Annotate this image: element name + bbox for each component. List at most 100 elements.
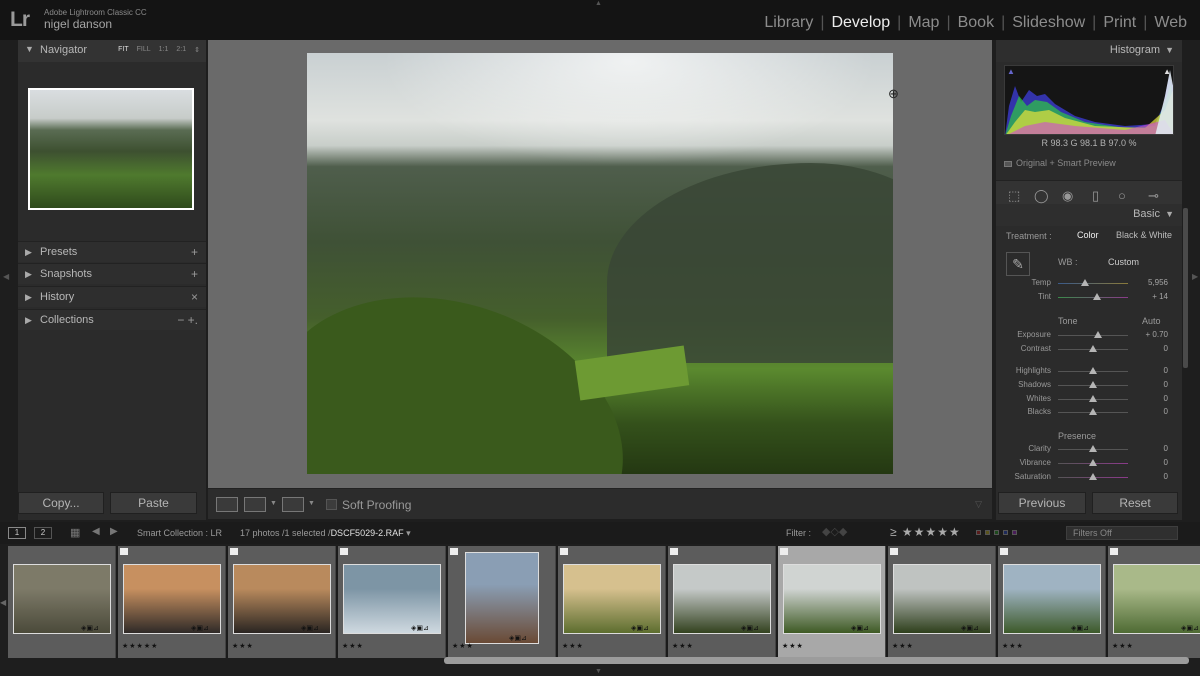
slider-thumb[interactable] xyxy=(1080,279,1089,286)
shadow-clipping-icon[interactable]: ▲ xyxy=(1007,67,1015,76)
rating-filter[interactable]: ≥ ★★★★★ xyxy=(890,525,961,539)
flag-icon[interactable] xyxy=(450,548,458,555)
slider-value[interactable]: + 0.70 xyxy=(1128,330,1168,339)
yellow-label-icon[interactable] xyxy=(985,530,990,535)
previous-button[interactable]: Previous xyxy=(998,492,1086,514)
thumbnail-badges-icon[interactable]: ◈▣⊿ xyxy=(509,634,527,642)
red-label-icon[interactable] xyxy=(976,530,981,535)
graduated-filter-icon[interactable]: ▯ xyxy=(1092,188,1099,204)
purple-label-icon[interactable] xyxy=(1012,530,1017,535)
slider-value[interactable]: 0 xyxy=(1128,472,1168,481)
slider-track[interactable] xyxy=(1058,345,1128,352)
zoom-stepper-icon[interactable]: ⇕ xyxy=(194,46,200,54)
filmstrip-thumbnail[interactable]: ◈▣⊿ ★★★ xyxy=(998,546,1106,658)
red-eye-icon[interactable]: ◉ xyxy=(1062,188,1073,204)
treatment-black-white[interactable]: Black & White xyxy=(1116,230,1172,240)
thumbnail-badges-icon[interactable]: ◈▣⊿ xyxy=(301,624,319,632)
slider-track[interactable] xyxy=(1058,381,1128,388)
flag-icon[interactable] xyxy=(780,548,788,555)
spot-removal-icon[interactable]: ◯ xyxy=(1034,188,1049,204)
treatment-color[interactable]: Color xyxy=(1077,230,1099,240)
crop-tool-icon[interactable]: ⬚ xyxy=(1008,188,1020,204)
filmstrip-thumbnail[interactable]: ◈▣⊿ ★★★ xyxy=(1108,546,1200,658)
histogram-header[interactable]: Histogram ▼ xyxy=(996,40,1182,62)
left-panel-toggle-icon[interactable]: ◀ xyxy=(3,272,9,281)
filter-preset-select[interactable]: Filters Off xyxy=(1066,526,1178,540)
flag-icon[interactable] xyxy=(1000,548,1008,555)
collapse-arrow-icon[interactable]: ▼ xyxy=(25,44,34,54)
white-balance-selector-icon[interactable]: ✎ xyxy=(1006,252,1030,276)
history-section[interactable]: ▶ History × xyxy=(18,286,206,307)
forward-arrow-icon[interactable]: ▶ xyxy=(110,526,118,537)
paste-button[interactable]: Paste xyxy=(110,492,197,514)
slider-thumb[interactable] xyxy=(1089,445,1097,452)
swap-dropdown-icon[interactable]: ▼ xyxy=(308,500,315,507)
thumbnail-badges-icon[interactable]: ◈▣⊿ xyxy=(961,624,979,632)
filmstrip-thumbnail[interactable]: ◈▣⊿ xyxy=(8,546,116,658)
slider-thumb[interactable] xyxy=(1089,345,1097,352)
thumbnail-badges-icon[interactable]: ◈▣⊿ xyxy=(741,624,759,632)
bottom-panel-toggle-icon[interactable]: ▼ xyxy=(595,668,602,675)
clear-history-button[interactable]: × xyxy=(191,290,198,304)
slider-value[interactable]: 0 xyxy=(1128,444,1168,453)
auto-tone-button[interactable]: Auto xyxy=(1142,316,1161,326)
flag-icon[interactable] xyxy=(230,548,238,555)
zoom-fill[interactable]: FILL xyxy=(137,46,151,54)
filmstrip-thumbnail[interactable]: ◈▣⊿ ★★★ xyxy=(558,546,666,658)
slider-thumb[interactable] xyxy=(1089,459,1097,466)
thumbnail-rating[interactable]: ★★★ xyxy=(452,642,474,650)
photo-count-label[interactable]: 17 photos /1 selected /DSCF5029-2.RAF ▾ xyxy=(240,528,411,539)
thumbnail-rating[interactable]: ★★★ xyxy=(232,642,254,650)
smart-preview-status[interactable]: Original + Smart Preview xyxy=(1004,158,1116,168)
blue-label-icon[interactable] xyxy=(1003,530,1008,535)
reset-button[interactable]: Reset xyxy=(1092,492,1178,514)
soft-proofing-checkbox[interactable] xyxy=(326,499,337,510)
slider-value[interactable]: 0 xyxy=(1128,458,1168,467)
collections-actions[interactable]: − +. xyxy=(177,313,198,327)
add-snapshot-button[interactable]: + xyxy=(191,267,198,281)
slider-value[interactable]: + 14 xyxy=(1128,292,1168,301)
before-after-swap-icon[interactable] xyxy=(282,497,304,512)
slider-thumb[interactable] xyxy=(1089,395,1097,402)
slider-track[interactable] xyxy=(1058,445,1128,452)
thumbnail-rating[interactable]: ★★★★★ xyxy=(122,642,158,650)
highlight-clipping-icon[interactable]: ▲ xyxy=(1163,67,1171,76)
collapse-arrow-icon[interactable]: ▼ xyxy=(1165,45,1174,55)
module-develop[interactable]: Develop xyxy=(824,14,897,32)
slider-thumb[interactable] xyxy=(1089,473,1097,480)
slider-value[interactable]: 5,956 xyxy=(1128,278,1168,287)
module-book[interactable]: Book xyxy=(951,14,1001,32)
thumbnail-badges-icon[interactable]: ◈▣⊿ xyxy=(1181,624,1199,632)
slider-track[interactable] xyxy=(1058,473,1128,480)
filmstrip-thumbnail[interactable]: ◈▣⊿ ★★★ xyxy=(888,546,996,658)
loupe-view-icon[interactable] xyxy=(216,497,238,512)
thumbnail-badges-icon[interactable]: ◈▣⊿ xyxy=(411,624,429,632)
slider-value[interactable]: 0 xyxy=(1128,344,1168,353)
radial-filter-icon[interactable]: ○ xyxy=(1118,188,1126,203)
thumbnail-rating[interactable]: ★★★ xyxy=(782,642,804,650)
right-panel-scrollbar[interactable] xyxy=(1183,208,1188,368)
back-arrow-icon[interactable]: ◀ xyxy=(92,526,100,537)
snapshots-section[interactable]: ▶ Snapshots + xyxy=(18,263,206,284)
navigator-preview[interactable] xyxy=(28,88,194,210)
module-library[interactable]: Library xyxy=(757,14,820,32)
flag-icon[interactable] xyxy=(560,548,568,555)
thumbnail-rating[interactable]: ★★★ xyxy=(1002,642,1024,650)
zoom-1-1[interactable]: 1:1 xyxy=(159,46,169,54)
thumbnail-rating[interactable]: ★★★ xyxy=(562,642,584,650)
module-map[interactable]: Map xyxy=(901,14,946,32)
filmstrip-scroll-left-icon[interactable]: ◀ xyxy=(0,598,6,607)
slider-value[interactable]: 0 xyxy=(1128,380,1168,389)
collections-section[interactable]: ▶ Collections − +. xyxy=(18,309,206,330)
before-after-icon[interactable] xyxy=(244,497,266,512)
add-preset-button[interactable]: + xyxy=(191,245,198,259)
grid-view-icon[interactable]: ▦ xyxy=(70,526,80,539)
before-after-dropdown-icon[interactable]: ▼ xyxy=(270,500,277,507)
slider-track[interactable] xyxy=(1058,331,1128,338)
photo-preview[interactable] xyxy=(307,53,893,474)
slider-track[interactable] xyxy=(1058,408,1128,415)
source-label[interactable]: Smart Collection : LR xyxy=(137,528,222,538)
wb-preset-select[interactable]: Custom xyxy=(1108,257,1139,267)
slider-track[interactable] xyxy=(1058,293,1128,300)
module-print[interactable]: Print xyxy=(1096,14,1143,32)
